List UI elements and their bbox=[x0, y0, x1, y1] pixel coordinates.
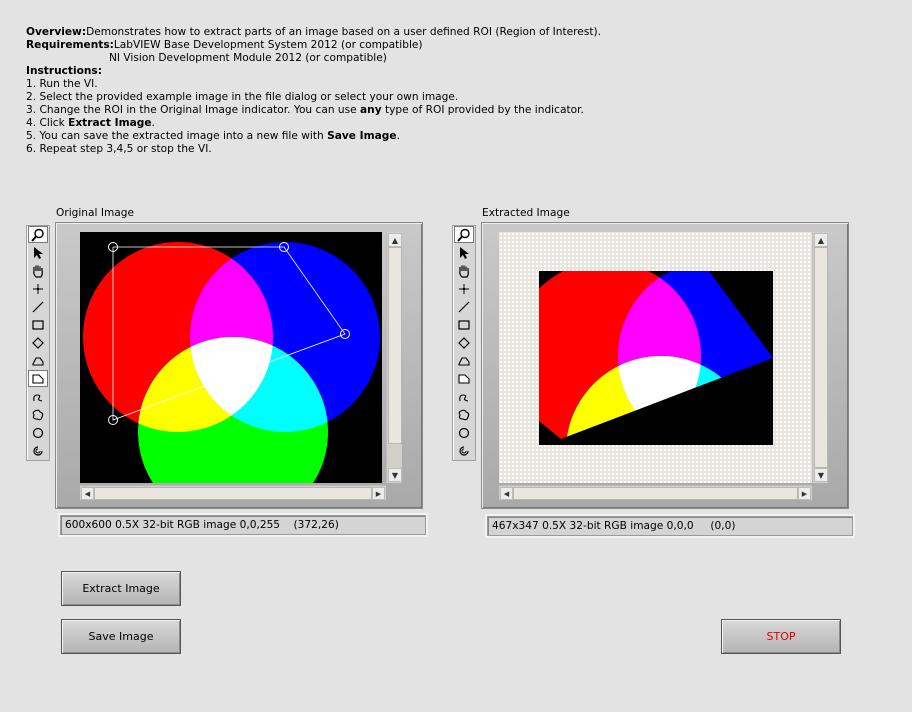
polygon-tool-icon[interactable] bbox=[454, 352, 474, 369]
closed-freehand-tool-icon[interactable] bbox=[28, 406, 48, 423]
freehand-line-tool-icon[interactable] bbox=[454, 370, 474, 387]
freehand-line-tool-icon[interactable] bbox=[28, 370, 48, 387]
horizontal-scroll-thumb[interactable] bbox=[94, 487, 372, 500]
step5-text: 5. You can save the extracted image into… bbox=[26, 130, 328, 142]
pointer-icon[interactable] bbox=[454, 244, 474, 261]
point-tool-icon[interactable] bbox=[28, 280, 48, 297]
extracted-vertical-scrollbar[interactable]: ▲ ▼ bbox=[812, 232, 828, 483]
instruction-step-5: 5. You can save the extracted image into… bbox=[26, 130, 601, 143]
annulus-tool-icon[interactable] bbox=[454, 442, 474, 459]
original-image-tool-palette bbox=[26, 225, 50, 461]
extracted-image-content bbox=[539, 271, 773, 445]
step3-emphasis: any bbox=[360, 104, 382, 116]
closed-freehand-tool-icon[interactable] bbox=[454, 406, 474, 423]
overview-description: Demonstrates how to extract parts of an … bbox=[86, 26, 601, 38]
extract-image-button[interactable]: Extract Image bbox=[61, 571, 181, 606]
original-horizontal-scrollbar[interactable]: ◀ ▶ bbox=[80, 485, 386, 500]
scroll-left-arrow-icon[interactable]: ◀ bbox=[500, 487, 513, 500]
original-image-frame: ▲ ▼ ◀ ▶ bbox=[55, 222, 423, 509]
overview-label: Overview: bbox=[26, 26, 87, 38]
scroll-down-arrow-icon[interactable]: ▼ bbox=[388, 468, 402, 482]
step5-text-end: . bbox=[396, 130, 400, 142]
requirements-line1: LabVIEW Base Development System 2012 (or… bbox=[113, 39, 423, 51]
vertical-scroll-thumb[interactable] bbox=[388, 247, 402, 444]
scroll-right-arrow-icon[interactable]: ▶ bbox=[372, 487, 385, 500]
scroll-down-arrow-icon[interactable]: ▼ bbox=[814, 468, 828, 482]
step3-text-end: type of ROI provided by the indicator. bbox=[381, 104, 584, 116]
rotated-rectangle-tool-icon[interactable] bbox=[28, 334, 48, 351]
extracted-image-tool-palette bbox=[452, 225, 476, 461]
freehand-region-tool-icon[interactable] bbox=[28, 388, 48, 405]
polygon-tool-icon[interactable] bbox=[28, 352, 48, 369]
instruction-step-6: 6. Repeat step 3,4,5 or stop the VI. bbox=[26, 143, 212, 155]
oval-tool-icon[interactable] bbox=[28, 424, 48, 441]
vertical-scroll-thumb[interactable] bbox=[814, 247, 828, 468]
original-image-canvas[interactable] bbox=[80, 232, 382, 483]
step4-text: 4. Click bbox=[26, 117, 69, 129]
requirements-line2: NI Vision Development Module 2012 (or co… bbox=[109, 52, 387, 64]
extracted-horizontal-scrollbar[interactable]: ◀ ▶ bbox=[499, 485, 812, 500]
rgb-circles-image bbox=[83, 242, 380, 483]
oval-tool-icon[interactable] bbox=[454, 424, 474, 441]
step4-text-end: . bbox=[151, 117, 155, 129]
instruction-step-1: 1. Run the VI. bbox=[26, 78, 98, 90]
rectangle-tool-icon[interactable] bbox=[28, 316, 48, 333]
original-image-label: Original Image bbox=[56, 207, 134, 219]
original-vertical-scrollbar[interactable]: ▲ ▼ bbox=[386, 232, 402, 483]
extracted-image-canvas[interactable] bbox=[499, 232, 812, 483]
pan-hand-icon[interactable] bbox=[454, 262, 474, 279]
zoom-icon[interactable] bbox=[28, 226, 48, 243]
scroll-right-arrow-icon[interactable]: ▶ bbox=[798, 487, 811, 500]
overview-text-block: Overview:Demonstrates how to extract par… bbox=[26, 26, 601, 156]
save-image-button[interactable]: Save Image bbox=[61, 619, 181, 654]
original-image-status-bar: 600x600 0.5X 32-bit RGB image 0,0,255 (3… bbox=[60, 515, 426, 535]
step4-emphasis: Extract Image bbox=[68, 117, 152, 129]
instruction-step-4: 4. Click Extract Image. bbox=[26, 117, 601, 130]
instruction-step-3: 3. Change the ROI in the Original Image … bbox=[26, 104, 601, 117]
scroll-up-arrow-icon[interactable]: ▲ bbox=[814, 233, 828, 247]
point-tool-icon[interactable] bbox=[454, 280, 474, 297]
zoom-icon[interactable] bbox=[454, 226, 474, 243]
requirements-label: Requirements: bbox=[26, 39, 114, 51]
step3-text: 3. Change the ROI in the Original Image … bbox=[26, 104, 361, 116]
rectangle-tool-icon[interactable] bbox=[454, 316, 474, 333]
line-tool-icon[interactable] bbox=[454, 298, 474, 315]
stop-button[interactable]: STOP bbox=[721, 619, 841, 654]
annulus-tool-icon[interactable] bbox=[28, 442, 48, 459]
horizontal-scroll-thumb[interactable] bbox=[513, 487, 798, 500]
scroll-left-arrow-icon[interactable]: ◀ bbox=[81, 487, 94, 500]
pan-hand-icon[interactable] bbox=[28, 262, 48, 279]
extracted-rgb-image bbox=[539, 271, 773, 445]
extracted-image-frame: ▲ ▼ ◀ ▶ bbox=[481, 222, 849, 509]
instructions-label: Instructions: bbox=[26, 65, 102, 77]
extracted-image-status-bar: 467x347 0.5X 32-bit RGB image 0,0,0 (0,0… bbox=[487, 516, 853, 536]
rotated-rectangle-tool-icon[interactable] bbox=[454, 334, 474, 351]
scroll-up-arrow-icon[interactable]: ▲ bbox=[388, 233, 402, 247]
extracted-image-label: Extracted Image bbox=[482, 207, 570, 219]
instruction-step-2: 2. Select the provided example image in … bbox=[26, 91, 459, 103]
line-tool-icon[interactable] bbox=[28, 298, 48, 315]
freehand-region-tool-icon[interactable] bbox=[454, 388, 474, 405]
pointer-icon[interactable] bbox=[28, 244, 48, 261]
step5-emphasis: Save Image bbox=[327, 130, 397, 142]
